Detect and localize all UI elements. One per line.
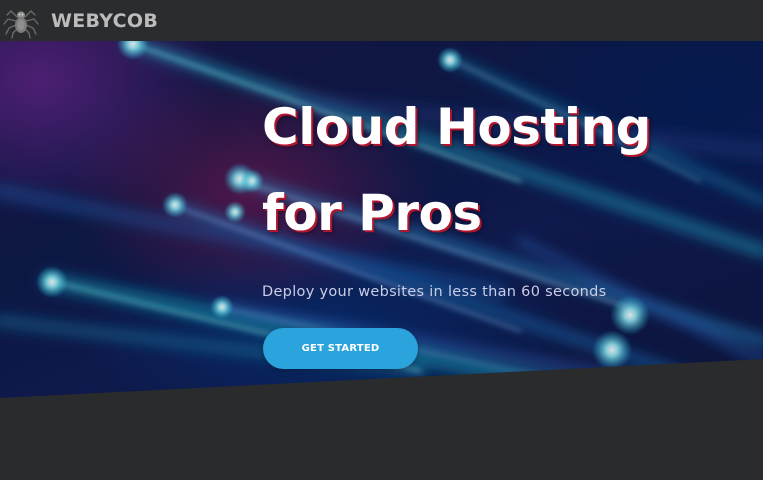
site-header: WEBYCOB (0, 0, 763, 41)
spider-icon[interactable] (2, 1, 40, 40)
hero-title-line-2: for Pros (262, 184, 482, 242)
hero-title-line-1: Cloud Hosting (262, 98, 651, 156)
get-started-button[interactable]: GET STARTED (263, 328, 418, 369)
brand-name[interactable]: WEBYCOB (51, 10, 158, 32)
page: WEBYCOB Cloud Hosting for Pros Deploy yo… (0, 0, 763, 480)
hero-subtitle: Deploy your websites in less than 60 sec… (262, 284, 607, 300)
hero-title: Cloud Hosting for Pros (262, 84, 742, 256)
